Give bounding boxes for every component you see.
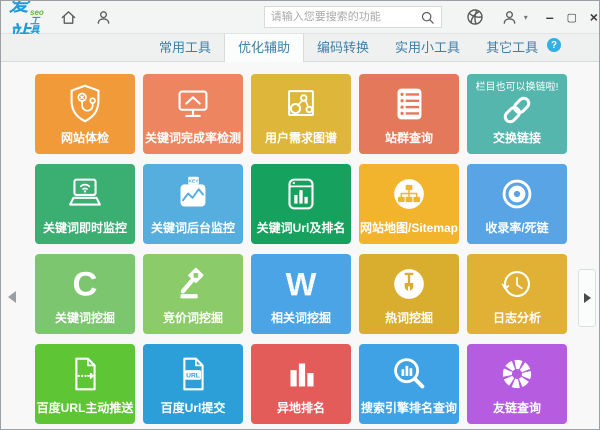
tile-baidu-url-push[interactable]: 百度URL主动推送 <box>35 344 135 424</box>
tabs: 常用工具 优化辅助 编码转换 实用小工具 其它工具 <box>146 34 551 61</box>
tile-bidword-mining[interactable]: 竞价词挖掘 <box>143 254 243 334</box>
letter-c-icon: C <box>35 258 135 310</box>
svg-text:KEY: KEY <box>189 179 200 185</box>
tile-hotword-mining[interactable]: 热词挖掘 <box>359 254 459 334</box>
account-icon <box>500 7 520 27</box>
tile-label: 热词挖掘 <box>359 309 459 326</box>
tile-label: 交换链接 <box>467 129 567 146</box>
tile-related-word-mining[interactable]: W 相关词挖掘 <box>251 254 351 334</box>
tile-label: 关键词即时监控 <box>35 219 135 236</box>
laptop-wifi-icon <box>35 168 135 220</box>
tile-keyword-mining[interactable]: C 关键词挖掘 <box>35 254 135 334</box>
app-window: 爱站 seo 工具包 ▾ – ▢ <box>0 0 600 430</box>
tab-common-tools[interactable]: 常用工具 <box>146 34 224 61</box>
function-search <box>264 6 442 28</box>
caret-down-icon: ▾ <box>524 13 528 22</box>
tile-keyword-backend-monitor[interactable]: KEY 关键词后台监控 <box>143 164 243 244</box>
tile-label: 相关词挖掘 <box>251 309 351 326</box>
sitemap-circle-icon <box>359 168 459 220</box>
svg-text:W: W <box>286 267 317 303</box>
tile-label: 关键词Url及排名 <box>251 219 351 236</box>
gavel-icon <box>143 258 243 310</box>
tab-other-tools[interactable]: 其它工具 <box>473 34 551 61</box>
svg-text:C: C <box>73 266 98 304</box>
donut-icon <box>467 168 567 220</box>
user-icon[interactable] <box>95 7 112 27</box>
help-icon[interactable]: ? <box>547 38 561 52</box>
maximize-button[interactable]: ▢ <box>564 8 580 26</box>
tile-label: 百度URL主动推送 <box>35 399 135 416</box>
segmented-wheel-icon <box>467 348 567 400</box>
tab-encoding-convert[interactable]: 编码转换 <box>304 34 382 61</box>
tile-label: 异地排名 <box>251 399 351 416</box>
doc-push-icon <box>35 348 135 400</box>
window-controls: – ▢ × <box>542 8 600 26</box>
globe-icon[interactable] <box>466 7 484 27</box>
search-icon[interactable] <box>419 7 436 27</box>
shovel-circle-icon <box>359 258 459 310</box>
tile-exchange-links[interactable]: 栏目也可以换链啦! 交换链接 <box>467 74 567 154</box>
tile-baidu-url-submit[interactable]: URL 百度Url提交 <box>143 344 243 424</box>
carousel-next-button[interactable] <box>578 269 596 327</box>
tile-inclusion-deadlink[interactable]: 收录率/死链 <box>467 164 567 244</box>
tile-label: 网站体检 <box>35 129 135 146</box>
list-icon <box>359 78 459 130</box>
tile-label: 网站地图/Sitemap <box>359 219 459 236</box>
tile-label: 关键词后台监控 <box>143 219 243 236</box>
chain-link-icon <box>467 89 567 131</box>
tile-log-analysis[interactable]: 日志分析 <box>467 254 567 334</box>
account-menu[interactable]: ▾ <box>500 7 528 27</box>
tile-label: 关键词挖掘 <box>35 309 135 326</box>
tab-utility-tools[interactable]: 实用小工具 <box>382 34 473 61</box>
shield-stethoscope-icon <box>35 78 135 130</box>
bar-window-icon <box>251 168 351 220</box>
tile-label: 搜索引擎排名查询 <box>359 399 459 416</box>
striped-w-icon: W <box>251 258 351 310</box>
doc-url-icon: URL <box>143 348 243 400</box>
right-arrow-icon <box>584 293 591 303</box>
tile-search-engine-rank-query[interactable]: 搜索引擎排名查询 <box>359 344 459 424</box>
tile-keyword-url-rank[interactable]: 关键词Url及排名 <box>251 164 351 244</box>
tile-sitemap[interactable]: 网站地图/Sitemap <box>359 164 459 244</box>
tile-keyword-live-monitor[interactable]: 关键词即时监控 <box>35 164 135 244</box>
search-input[interactable] <box>265 11 419 23</box>
tile-remote-ranking[interactable]: 异地排名 <box>251 344 351 424</box>
tile-keyword-completion-check[interactable]: 关键词完成率检测 <box>143 74 243 154</box>
carousel-prev-icon[interactable] <box>8 291 16 303</box>
tile-user-demand-map[interactable]: 用户需求图谱 <box>251 74 351 154</box>
minimize-button[interactable]: – <box>542 8 558 26</box>
tile-label: 日志分析 <box>467 309 567 326</box>
titlebar: 爱站 seo 工具包 ▾ – ▢ <box>1 1 599 34</box>
clock-history-icon <box>467 258 567 310</box>
search-rank-icon <box>359 348 459 400</box>
bar-chart-icon <box>251 348 351 400</box>
tab-optimization-assist[interactable]: 优化辅助 <box>224 34 304 62</box>
monitor-pulse-icon <box>143 78 243 130</box>
close-button[interactable]: × <box>586 8 600 26</box>
tile-site-group-query[interactable]: 站群查询 <box>359 74 459 154</box>
tile-label: 关键词完成率检测 <box>143 129 243 146</box>
svg-text:URL: URL <box>186 372 200 379</box>
tile-label: 站群查询 <box>359 129 459 146</box>
tabbar: 常用工具 优化辅助 编码转换 实用小工具 其它工具 ? <box>1 34 599 62</box>
home-icon[interactable] <box>60 7 77 27</box>
tile-friend-link-query[interactable]: 友链查询 <box>467 344 567 424</box>
node-graph-icon <box>251 78 351 130</box>
tool-grid-area: 网站体检 关键词完成率检测 用户需求图谱 站群查询 <box>1 62 599 430</box>
tile-label: 友链查询 <box>467 399 567 416</box>
tile-site-exam[interactable]: 网站体检 <box>35 74 135 154</box>
tile-label: 百度Url提交 <box>143 399 243 416</box>
tile-label: 用户需求图谱 <box>251 129 351 146</box>
tile-label: 收录率/死链 <box>467 219 567 236</box>
tool-grid: 网站体检 关键词完成率检测 用户需求图谱 站群查询 <box>35 74 567 424</box>
keyword-monitor-icon: KEY <box>143 168 243 220</box>
tile-label: 竞价词挖掘 <box>143 309 243 326</box>
